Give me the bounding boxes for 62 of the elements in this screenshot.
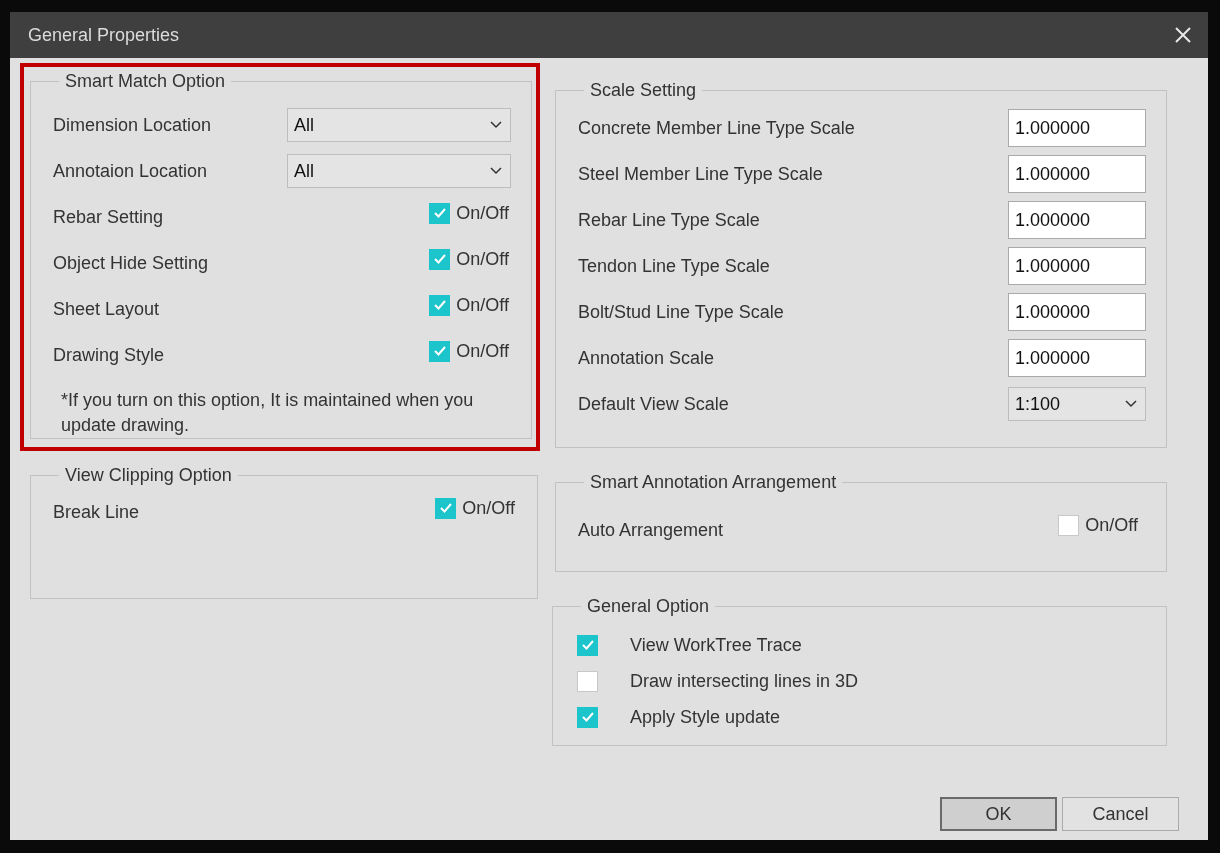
input-field[interactable]: 1.000000 — [1008, 201, 1146, 239]
checkbox[interactable] — [1058, 514, 1080, 536]
dialog-button[interactable]: Cancel — [1062, 797, 1179, 831]
dropdown[interactable]: All — [287, 108, 511, 142]
input-field[interactable]: 1.000000 — [1008, 293, 1146, 331]
field-label: Dimension Location — [53, 114, 212, 136]
group-title: Smart Annotation Arrangement — [590, 472, 837, 492]
field-label: Annotaion Location — [53, 160, 208, 182]
field-label: Sheet Layout — [53, 298, 160, 320]
field-label: Default View Scale — [578, 393, 729, 415]
checkmark-icon — [432, 299, 447, 311]
field-label: Rebar Line Type Scale — [578, 209, 760, 231]
field-label: Break Line — [53, 501, 140, 523]
dropdown[interactable]: 1:100 — [1008, 387, 1146, 421]
checkmark-icon — [432, 253, 447, 265]
checkbox-label: On/Off — [456, 202, 509, 224]
note-text: *If you turn on this option, It is maintained when you update drawing. — [61, 389, 475, 437]
group-title: General Option — [587, 596, 710, 616]
checkbox[interactable] — [577, 670, 598, 692]
group-title: View Clipping Option — [65, 465, 232, 485]
field-label: Auto Arrangement — [578, 519, 724, 541]
field-label: Rebar Setting — [53, 206, 164, 228]
checkbox-label: On/Off — [456, 340, 509, 362]
dialog-button[interactable]: OK — [940, 797, 1057, 831]
checkbox-label: On/Off — [1085, 514, 1138, 536]
input-field[interactable]: 1.000000 — [1008, 155, 1146, 193]
group-title: Scale Setting — [590, 80, 697, 100]
field-label: Object Hide Setting — [53, 252, 209, 274]
checkbox-label: On/Off — [462, 497, 515, 519]
field-label: Bolt/Stud Line Type Scale — [578, 301, 784, 323]
checkbox-label: View WorkTree Trace — [630, 634, 802, 656]
checkmark-icon — [432, 207, 447, 219]
checkbox-label: Apply Style update — [630, 706, 781, 728]
input-field[interactable]: 1.000000 — [1008, 247, 1146, 285]
input-field[interactable]: 1.000000 — [1008, 339, 1146, 377]
window-title: General Properties — [28, 24, 180, 46]
checkbox[interactable] — [429, 202, 451, 224]
field-label: Steel Member Line Type Scale — [578, 163, 823, 185]
checkbox[interactable] — [429, 340, 451, 362]
checkbox-label: On/Off — [456, 294, 509, 316]
checkmark-icon — [580, 639, 595, 651]
checkbox[interactable] — [435, 497, 457, 519]
checkbox[interactable] — [429, 294, 451, 316]
field-label: Drawing Style — [53, 344, 165, 366]
checkmark-icon — [438, 502, 453, 514]
checkbox[interactable] — [577, 634, 598, 656]
checkbox[interactable] — [429, 248, 451, 270]
checkmark-icon — [580, 711, 595, 723]
field-label: Concrete Member Line Type Scale — [578, 117, 855, 139]
input-field[interactable]: 1.000000 — [1008, 109, 1146, 147]
checkbox-label: On/Off — [456, 248, 509, 270]
group-title: Smart Match Option — [65, 71, 226, 91]
chevron-down-icon — [490, 121, 502, 129]
checkbox-label: Draw intersecting lines in 3D — [630, 670, 859, 692]
close-icon — [1174, 26, 1192, 44]
checkmark-icon — [432, 345, 447, 357]
field-label: Tendon Line Type Scale — [578, 255, 770, 277]
chevron-down-icon — [1125, 400, 1137, 408]
field-label: Annotation Scale — [578, 347, 715, 369]
dropdown[interactable]: All — [287, 154, 511, 188]
checkbox[interactable] — [577, 706, 598, 728]
chevron-down-icon — [490, 167, 502, 175]
